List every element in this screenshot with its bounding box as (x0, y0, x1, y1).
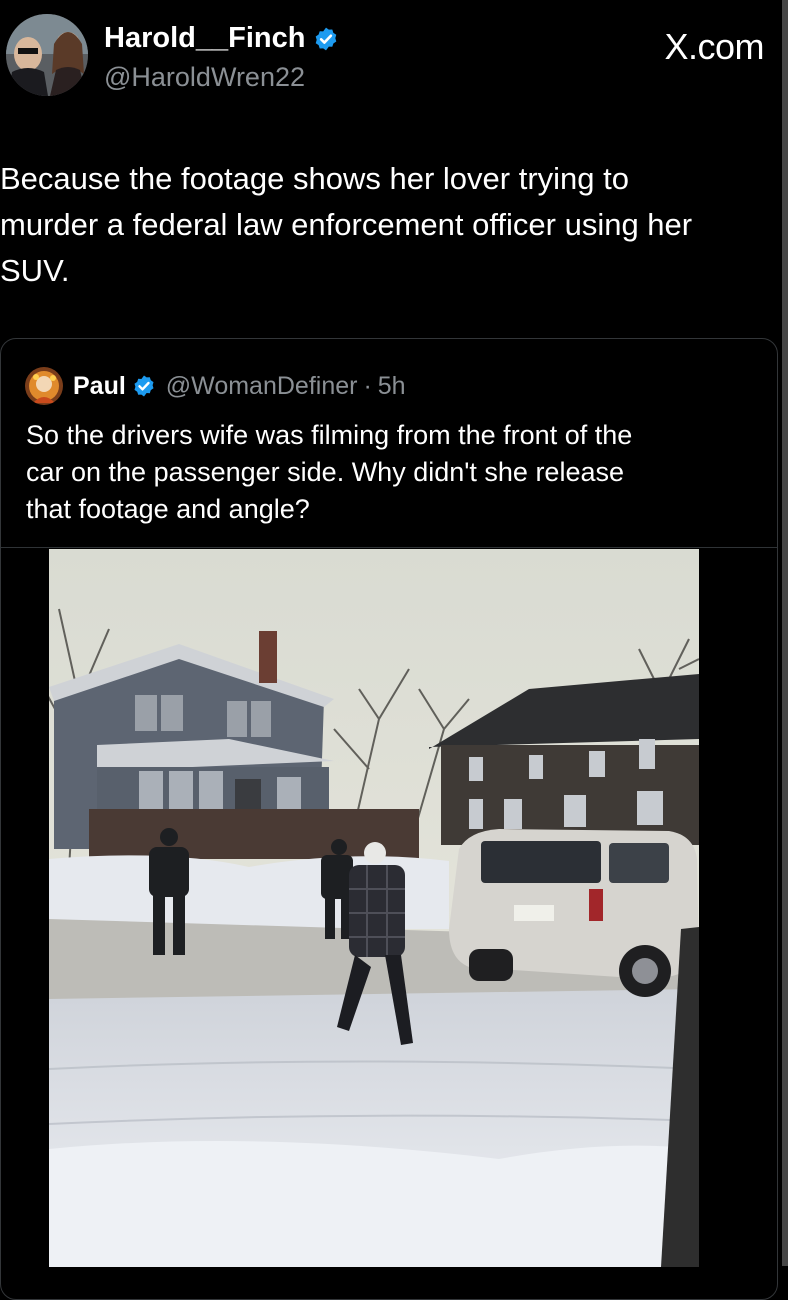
quote-divider (1, 547, 777, 548)
author-name[interactable]: Harold__Finch (104, 22, 339, 55)
author-avatar[interactable] (6, 14, 88, 96)
quote-header: Paul @WomanDefiner · 5h (25, 367, 406, 405)
author-name-text[interactable]: Harold__Finch (104, 22, 305, 55)
scrollbar-track[interactable] (782, 0, 788, 1266)
quote-media-photo[interactable] (49, 549, 699, 1267)
separator-dot: · (363, 371, 372, 400)
quoted-tweet-card[interactable]: Paul @WomanDefiner · 5h So the drivers w… (0, 338, 778, 1300)
x-watermark: X.com (664, 26, 764, 67)
street-scene-photo (49, 549, 699, 1267)
quote-author-handle[interactable]: @WomanDefiner (166, 372, 358, 401)
author-handle[interactable]: @HaroldWren22 (104, 62, 305, 93)
quote-text: So the drivers wife was filming from the… (26, 420, 633, 524)
verified-badge-icon (316, 27, 337, 50)
quote-avatar[interactable] (25, 367, 63, 405)
quote-timestamp[interactable]: 5h (378, 372, 406, 401)
profile-photo-icon (25, 367, 63, 405)
verified-badge-icon (134, 375, 154, 397)
quote-author-name[interactable]: Paul (73, 372, 126, 401)
tweet-text: Because the footage shows her lover tryi… (0, 161, 693, 288)
profile-photo-icon (6, 14, 88, 96)
